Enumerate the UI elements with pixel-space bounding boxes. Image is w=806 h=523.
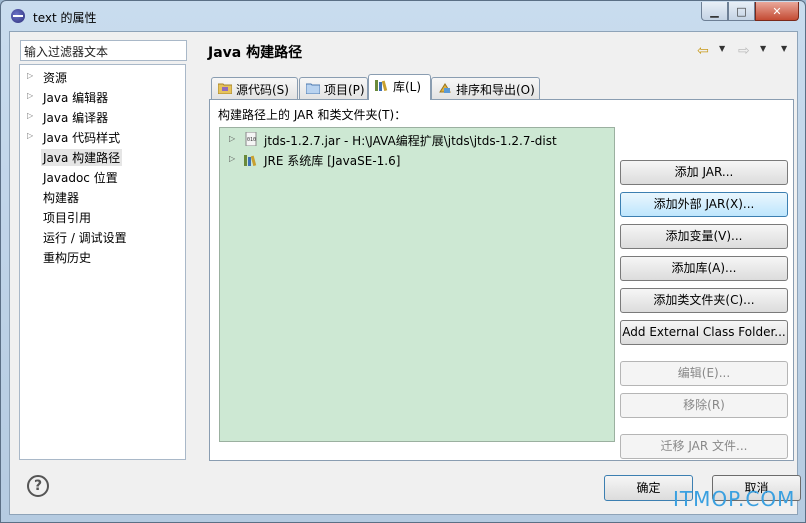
tree-item-resource[interactable]: ▷ 资源 bbox=[20, 67, 185, 87]
tree-item-java-editor[interactable]: ▷ Java 编辑器 bbox=[20, 87, 185, 107]
tree-item-project-references[interactable]: 项目引用 bbox=[20, 207, 185, 227]
edit-button[interactable]: 编辑(E)... bbox=[620, 361, 788, 386]
expand-arrow-icon[interactable]: ▷ bbox=[27, 111, 33, 120]
migrate-jar-button[interactable]: 迁移 JAR 文件... bbox=[620, 434, 788, 459]
list-item-label: jtds-1.2.7.jar - H:\JAVA编程扩展\jtds\jtds-1… bbox=[264, 134, 557, 148]
tree-item-label: Java 编译器 bbox=[43, 111, 109, 125]
tab-order-export[interactable]: 排序和导出(O) bbox=[431, 77, 540, 99]
remove-button[interactable]: 移除(R) bbox=[620, 393, 788, 418]
tab-libraries[interactable]: 库(L) bbox=[368, 74, 431, 100]
expand-arrow-icon[interactable]: ▷ bbox=[229, 154, 235, 163]
libraries-panel: 构建路径上的 JAR 和类文件夹(T)： ▷ 010 jtds-1.2.7.ja… bbox=[209, 99, 794, 461]
add-library-button[interactable]: 添加库(A)... bbox=[620, 256, 788, 281]
expand-arrow-icon[interactable]: ▷ bbox=[229, 134, 235, 143]
tree-item-label: Javadoc 位置 bbox=[43, 171, 118, 185]
tree-item-label: 重构历史 bbox=[43, 251, 92, 265]
tab-label: 项目(P) bbox=[324, 83, 365, 97]
tab-label: 源代码(S) bbox=[236, 83, 289, 97]
tree-item-label: Java 代码样式 bbox=[43, 131, 121, 145]
tree-item-java-compiler[interactable]: ▷ Java 编译器 bbox=[20, 107, 185, 127]
forward-arrow-icon[interactable]: ⇨ bbox=[738, 43, 750, 59]
libraries-caption: 构建路径上的 JAR 和类文件夹(T)： bbox=[218, 108, 407, 122]
minimize-button[interactable]: ▁ bbox=[701, 2, 728, 21]
svg-text:010: 010 bbox=[247, 137, 256, 143]
dialog-body: 输入过滤器文本 ▷ 资源 ▷ Java 编辑器 ▷ Java 编译器 ▷ Jav… bbox=[9, 31, 801, 515]
watermark: ITMOP.COM bbox=[673, 487, 796, 511]
tree-item-label: 构建器 bbox=[43, 191, 80, 205]
expand-arrow-icon[interactable]: ▷ bbox=[27, 131, 33, 140]
property-page-tree: ▷ 资源 ▷ Java 编辑器 ▷ Java 编译器 ▷ Java 代码样式 J… bbox=[19, 64, 186, 460]
view-menu-icon[interactable]: ▼ bbox=[781, 44, 787, 53]
order-export-icon bbox=[439, 83, 451, 93]
tree-item-label: Java 构建路径 bbox=[41, 149, 123, 166]
library-icon bbox=[375, 80, 388, 91]
expand-arrow-icon[interactable]: ▷ bbox=[27, 71, 33, 80]
tree-item-label: Java 编辑器 bbox=[43, 91, 109, 105]
help-icon[interactable]: ? bbox=[27, 475, 49, 497]
expand-arrow-icon[interactable]: ▷ bbox=[27, 91, 33, 100]
back-dropdown-icon[interactable]: ▼ bbox=[719, 44, 725, 53]
back-arrow-icon[interactable]: ⇦ bbox=[697, 43, 709, 59]
tree-item-run-debug-settings[interactable]: 运行 / 调试设置 bbox=[20, 227, 185, 247]
source-folder-icon bbox=[218, 83, 232, 94]
library-list[interactable]: ▷ 010 jtds-1.2.7.jar - H:\JAVA编程扩展\jtds\… bbox=[219, 127, 615, 442]
close-button[interactable]: ✕ bbox=[755, 2, 799, 21]
tab-label: 库(L) bbox=[393, 80, 422, 94]
tab-source[interactable]: 源代码(S) bbox=[211, 77, 298, 99]
tab-projects[interactable]: 项目(P) bbox=[299, 77, 368, 99]
tree-item-refactoring-history[interactable]: 重构历史 bbox=[20, 247, 185, 267]
jre-library-icon bbox=[244, 155, 257, 166]
title-bar[interactable]: text 的属性 ▁ □ ✕ bbox=[1, 1, 805, 31]
forward-dropdown-icon[interactable]: ▼ bbox=[760, 44, 766, 53]
add-jar-button[interactable]: 添加 JAR... bbox=[620, 160, 788, 185]
tree-item-builders[interactable]: 构建器 bbox=[20, 187, 185, 207]
tree-item-label: 运行 / 调试设置 bbox=[43, 231, 127, 245]
tree-item-java-build-path[interactable]: Java 构建路径 bbox=[20, 147, 185, 167]
list-item-label: JRE 系统库 [JavaSE-1.6] bbox=[264, 154, 401, 168]
tab-label: 排序和导出(O) bbox=[456, 83, 535, 97]
tree-item-label: 项目引用 bbox=[43, 211, 92, 225]
maximize-button[interactable]: □ bbox=[728, 2, 755, 21]
jar-icon: 010 bbox=[245, 132, 257, 146]
add-class-folder-button[interactable]: 添加类文件夹(C)... bbox=[620, 288, 788, 313]
tree-item-java-code-style[interactable]: ▷ Java 代码样式 bbox=[20, 127, 185, 147]
tree-item-javadoc-location[interactable]: Javadoc 位置 bbox=[20, 167, 185, 187]
properties-dialog: text 的属性 ▁ □ ✕ 输入过滤器文本 ▷ 资源 ▷ Java 编辑器 ▷… bbox=[0, 0, 806, 523]
filter-input[interactable]: 输入过滤器文本 bbox=[20, 40, 187, 61]
add-variable-button[interactable]: 添加变量(V)... bbox=[620, 224, 788, 249]
project-icon bbox=[306, 83, 320, 94]
tree-item-label: 资源 bbox=[43, 71, 68, 85]
eclipse-icon bbox=[11, 9, 25, 23]
add-external-class-folder-button[interactable]: Add External Class Folder... bbox=[620, 320, 788, 345]
page-title: Java 构建路径 bbox=[208, 45, 303, 61]
add-external-jar-button[interactable]: 添加外部 JAR(X)... bbox=[620, 192, 788, 217]
window-title: text 的属性 bbox=[33, 11, 97, 25]
